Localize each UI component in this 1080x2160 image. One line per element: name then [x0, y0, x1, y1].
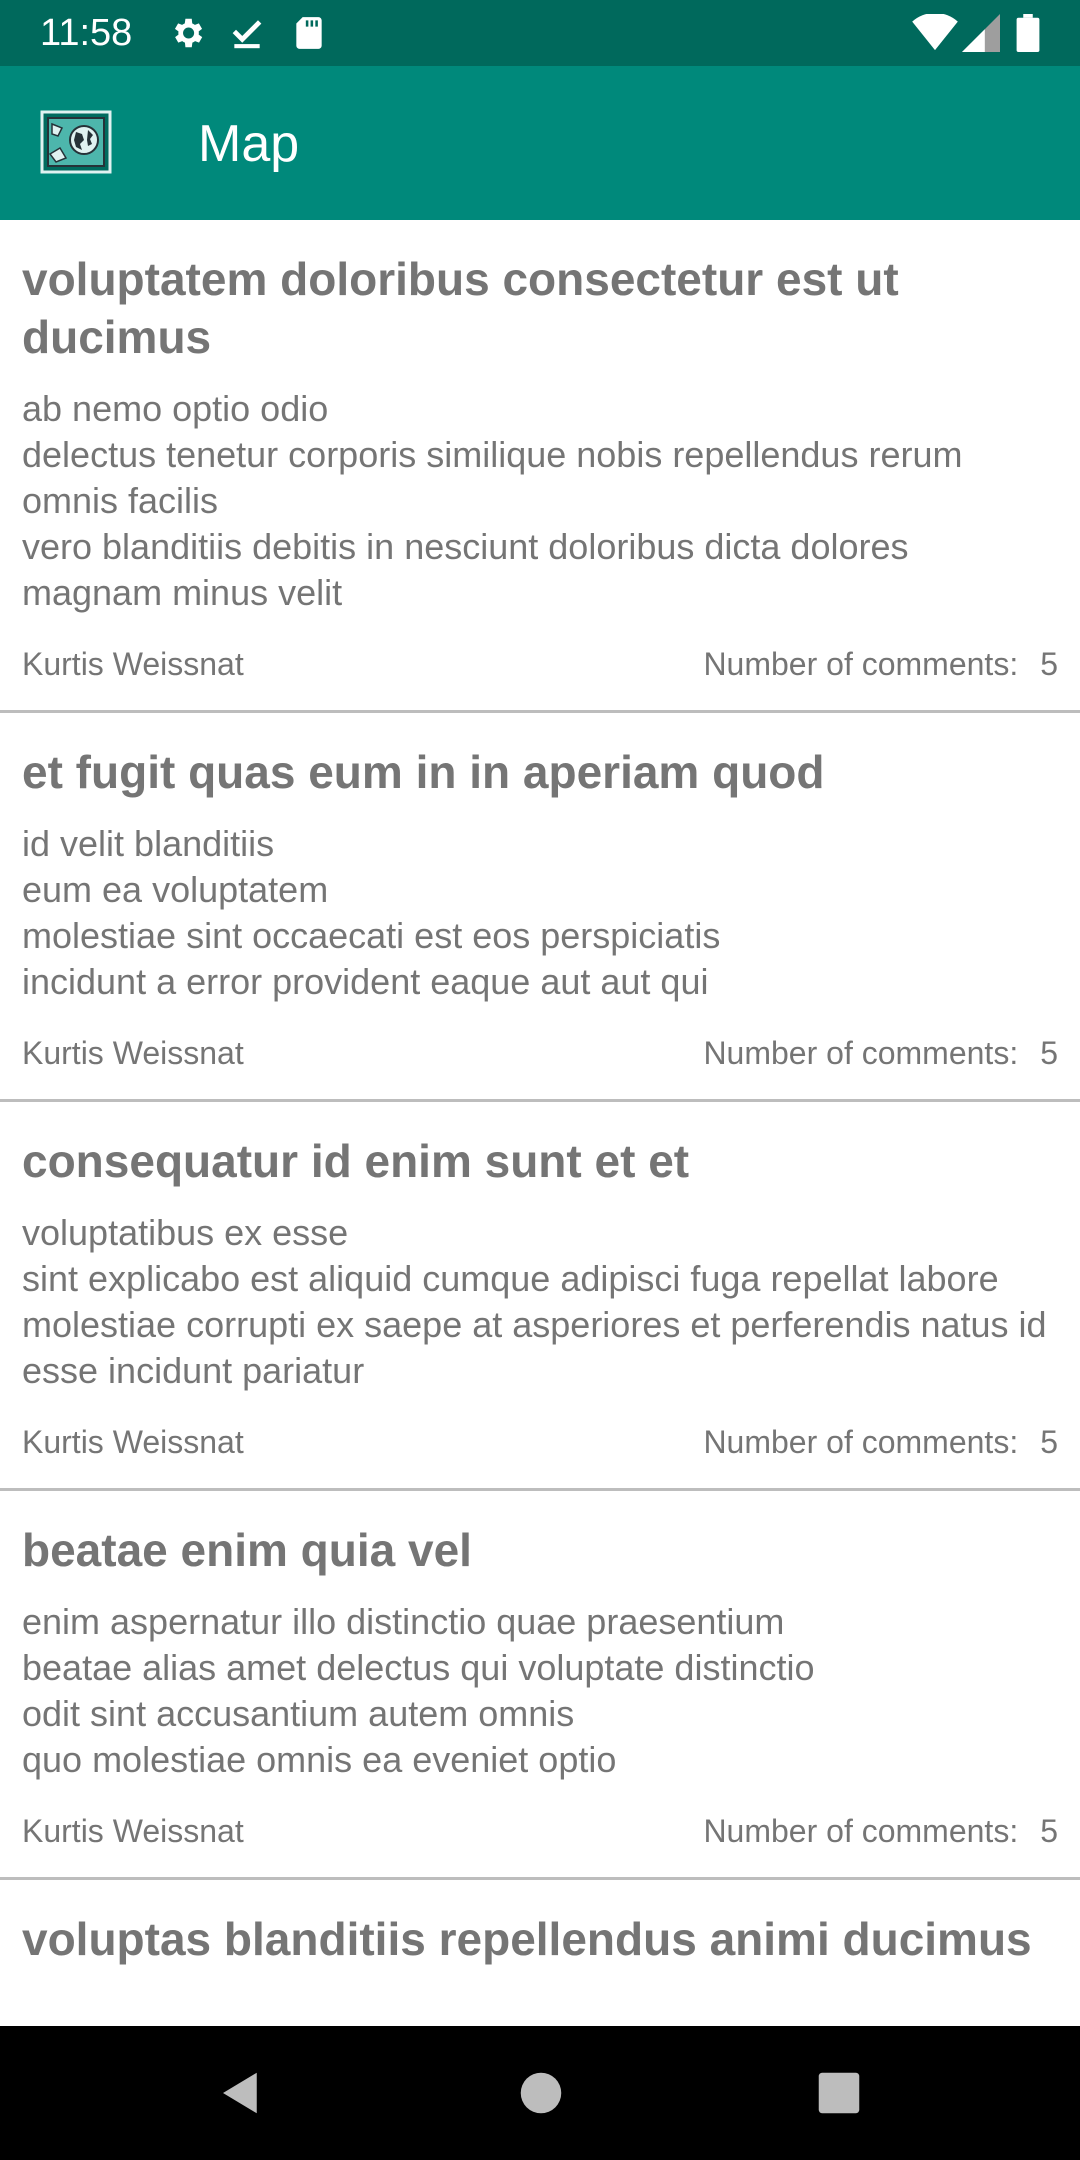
comments-count: 5	[1040, 1035, 1058, 1071]
status-time: 11:58	[40, 12, 133, 54]
post-title: voluptatem doloribus consectetur est ut …	[22, 253, 899, 363]
post-item[interactable]: beatae enim quia vel enim aspernatur ill…	[0, 1491, 1080, 1880]
sd-card-icon	[290, 14, 328, 57]
post-author: Kurtis Weissnat	[22, 1424, 244, 1460]
settings-icon	[168, 14, 206, 57]
post-body: voluptatibus ex esse sint explicabo est …	[22, 1212, 1047, 1391]
post-title: consequatur id enim sunt et et	[22, 1135, 690, 1187]
back-icon[interactable]	[214, 2066, 268, 2120]
post-item[interactable]: et fugit quas eum in in aperiam quod id …	[0, 713, 1080, 1102]
post-author: Kurtis Weissnat	[22, 1813, 244, 1849]
post-meta: Kurtis Weissnat Number of comments: 5	[22, 644, 1058, 684]
battery-icon	[1016, 14, 1040, 57]
post-title: voluptas blanditiis repellendus animi du…	[22, 1913, 1032, 1965]
comments-label: Number of comments:	[703, 1424, 1019, 1460]
comments-info: Number of comments: 5	[703, 1811, 1058, 1851]
post-item[interactable]: consequatur id enim sunt et et voluptati…	[0, 1102, 1080, 1491]
post-body: id velit blanditiis eum ea voluptatem mo…	[22, 823, 721, 1002]
post-title: beatae enim quia vel	[22, 1524, 472, 1576]
post-body: enim aspernatur illo distinctio quae pra…	[22, 1601, 815, 1780]
post-author: Kurtis Weissnat	[22, 1035, 244, 1071]
world-map-icon[interactable]	[40, 110, 112, 174]
post-body: ab nemo optio odio delectus tenetur corp…	[22, 388, 963, 613]
post-list[interactable]: voluptatem doloribus consectetur est ut …	[0, 220, 1080, 2026]
home-icon[interactable]	[514, 2066, 568, 2120]
wifi-icon	[912, 12, 958, 57]
download-done-icon	[228, 14, 266, 57]
comments-info: Number of comments: 5	[703, 1422, 1058, 1462]
status-bar: 11:58	[0, 0, 1080, 66]
navigation-bar	[0, 2026, 1080, 2160]
post-item[interactable]: voluptatem doloribus consectetur est ut …	[0, 220, 1080, 713]
post-meta: Kurtis Weissnat Number of comments: 5	[22, 1422, 1058, 1462]
post-title: et fugit quas eum in in aperiam quod	[22, 746, 825, 798]
comments-label: Number of comments:	[703, 1813, 1019, 1849]
comments-info: Number of comments: 5	[703, 644, 1058, 684]
post-author: Kurtis Weissnat	[22, 646, 244, 682]
post-item[interactable]: voluptas blanditiis repellendus animi du…	[0, 1880, 1080, 1994]
comments-count: 5	[1040, 1424, 1058, 1460]
app-title: Map	[198, 115, 300, 173]
comments-label: Number of comments:	[703, 1035, 1019, 1071]
comments-label: Number of comments:	[703, 646, 1019, 682]
comments-count: 5	[1040, 646, 1058, 682]
comments-info: Number of comments: 5	[703, 1033, 1058, 1073]
cell-signal-icon	[962, 14, 1000, 57]
app-bar: Map	[0, 66, 1080, 220]
post-meta: Kurtis Weissnat Number of comments: 5	[22, 1811, 1058, 1851]
post-meta: Kurtis Weissnat Number of comments: 5	[22, 1033, 1058, 1073]
recents-icon[interactable]	[812, 2066, 866, 2120]
comments-count: 5	[1040, 1813, 1058, 1849]
